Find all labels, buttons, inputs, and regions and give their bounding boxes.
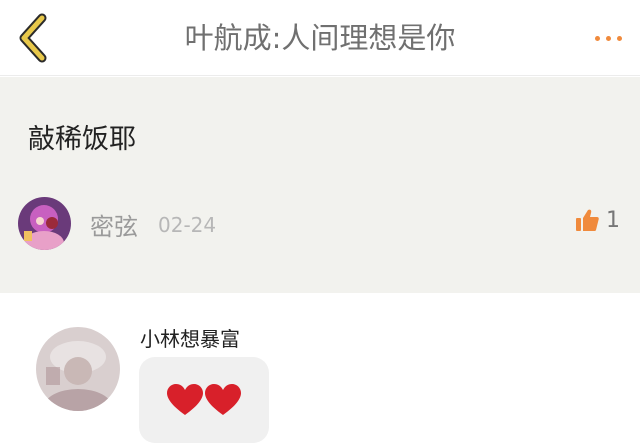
red-heart-icon <box>205 384 241 415</box>
red-heart-icon <box>167 384 203 415</box>
like-button[interactable]: 1 <box>574 207 620 233</box>
top-nav-bar: 叶航成:人间理想是你 <box>0 0 640 76</box>
page-title: 叶航成:人间理想是你 <box>184 21 456 55</box>
more-options-button[interactable] <box>595 24 622 52</box>
more-dots-icon <box>617 35 622 41</box>
reply-avatar[interactable] <box>36 327 120 411</box>
reply-username[interactable]: 小林想暴富 <box>140 323 240 352</box>
more-dots-icon <box>595 35 600 41</box>
comment-text: 敲稀饭耶 <box>28 124 136 155</box>
more-dots-icon <box>606 35 611 41</box>
author-name[interactable]: 密弦 <box>90 207 138 242</box>
thumbs-up-icon <box>576 209 599 231</box>
avatar-image <box>36 327 120 411</box>
author-avatar[interactable] <box>18 197 71 250</box>
reply-item: 小林想暴富 <box>0 293 640 448</box>
original-comment: 敲稀饭耶 密弦 02-24 1 <box>0 77 640 293</box>
like-count: 1 <box>606 207 620 233</box>
reply-bubble <box>139 357 269 443</box>
avatar-image <box>18 197 71 250</box>
post-date: 02-24 <box>158 213 217 237</box>
